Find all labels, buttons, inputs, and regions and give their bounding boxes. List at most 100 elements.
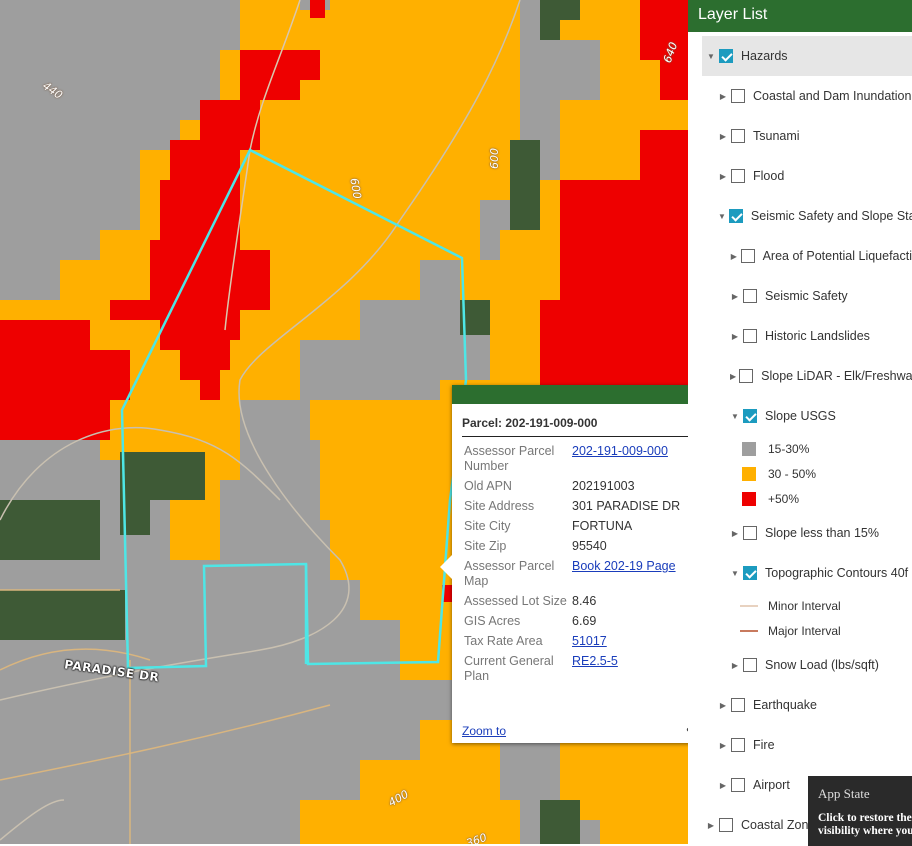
layer-item[interactable]: ▼ Topographic Contours 40f (730, 553, 912, 593)
chevron-right-icon[interactable]: ▶ (718, 741, 728, 750)
general-plan-link[interactable]: RE2.5-5 (572, 654, 618, 668)
chevron-right-icon[interactable]: ▶ (718, 701, 728, 710)
layer-checkbox[interactable] (731, 129, 745, 143)
legend-line (740, 630, 758, 632)
tax-rate-link[interactable]: 51017 (572, 634, 607, 648)
layer-label: Seismic Safety (765, 289, 848, 303)
layer-label: Coastal and Dam Inundation (753, 89, 912, 103)
layer-label: Slope LiDAR - Elk/Freshwa (761, 369, 912, 383)
layer-item[interactable]: ▼ Slope USGS (730, 396, 912, 436)
field-key: Assessor Parcel Map (464, 559, 555, 588)
layer-checkbox[interactable] (731, 89, 745, 103)
layer-item[interactable]: ▶ Coastal and Dam Inundation (718, 76, 912, 116)
field-key: Site Zip (464, 539, 507, 553)
popup-header: ☐ ✕ (452, 385, 722, 404)
layer-list-panel: Layer List ▼ Hazards ▶ Coastal and Dam Inun… (688, 0, 912, 844)
layer-checkbox[interactable] (728, 209, 743, 223)
layer-label: Coastal Zon (741, 818, 809, 832)
layer-checkbox[interactable] (719, 49, 733, 63)
chevron-right-icon[interactable]: ▶ (730, 661, 740, 670)
legend-item: +50% (742, 492, 799, 506)
layer-label: Airport (753, 778, 790, 792)
layer-item[interactable]: ▶ Slope LiDAR - Elk/Freshwa (730, 356, 912, 396)
chevron-right-icon[interactable]: ▶ (730, 292, 740, 301)
layer-item[interactable]: ▶ Tsunami (718, 116, 912, 156)
layer-checkbox[interactable] (743, 566, 757, 580)
layer-checkbox[interactable] (743, 526, 757, 540)
legend-label: 15-30% (768, 442, 810, 456)
field-key: Tax Rate Area (464, 634, 543, 648)
layer-checkbox[interactable] (739, 369, 754, 383)
layer-label: Historic Landslides (765, 329, 870, 343)
legend-item: 15-30% (742, 442, 809, 456)
chevron-right-icon[interactable]: ▶ (730, 252, 738, 261)
layer-item[interactable]: ▶ Historic Landslides (730, 316, 912, 356)
table-row: GIS Acres 6.69 (462, 613, 712, 633)
chevron-right-icon[interactable]: ▶ (730, 372, 736, 381)
legend-label: Minor Interval (768, 599, 841, 613)
popup-pointer (440, 555, 452, 579)
app-state-description: Click to restore the visibility where yo… (818, 812, 912, 837)
chevron-right-icon[interactable]: ▶ (718, 781, 728, 790)
layer-checkbox[interactable] (731, 738, 745, 752)
chevron-right-icon[interactable]: ▶ (718, 132, 728, 141)
layer-item[interactable]: ▶ Snow Load (lbs/sqft) (730, 645, 912, 685)
app-state-title: App State (818, 786, 870, 801)
legend-item: Major Interval (740, 624, 841, 638)
field-key: Assessor Parcel Number (464, 444, 555, 473)
panel-title: Layer List (688, 0, 912, 32)
parcel-map-link[interactable]: Book 202-19 Page (572, 559, 676, 573)
field-key: Site City (464, 519, 511, 533)
layer-label: Snow Load (lbs/sqft) (765, 658, 879, 672)
layer-item[interactable]: ▶ Seismic Safety (730, 276, 912, 316)
layer-checkbox[interactable] (743, 289, 757, 303)
layer-checkbox[interactable] (731, 698, 745, 712)
chevron-right-icon[interactable]: ▶ (730, 332, 740, 341)
app-state-tooltip[interactable]: App State Click to restore the visibilit… (808, 776, 912, 846)
legend-label: 30 - 50% (768, 467, 817, 481)
layer-label: Flood (753, 169, 785, 183)
layer-item[interactable]: ▼ Seismic Safety and Slope Sta (718, 196, 912, 236)
legend-item: 30 - 50% (742, 467, 816, 481)
zoom-to-link[interactable]: Zoom to (462, 724, 506, 738)
table-row: Site City FORTUNA (462, 518, 712, 538)
legend-swatch (742, 467, 756, 481)
layer-checkbox[interactable] (731, 778, 745, 792)
apn-link[interactable]: 202-191-009-000 (572, 444, 668, 458)
chevron-down-icon[interactable]: ▼ (718, 212, 726, 221)
table-row: Old APN 202191003 (462, 478, 712, 498)
layer-checkbox[interactable] (731, 169, 745, 183)
layer-checkbox[interactable] (740, 249, 755, 263)
chevron-right-icon[interactable]: ▶ (730, 529, 740, 538)
legend-label: +50% (768, 492, 800, 506)
layer-item[interactable]: ▶ Earthquake (718, 685, 912, 725)
chevron-right-icon[interactable]: ▶ (706, 821, 716, 830)
table-row: Site Zip 95540 (462, 538, 712, 558)
table-row: Current General Plan RE2.5-5 (462, 653, 712, 688)
table-row: Assessor Parcel Map Book 202-19 Page (462, 558, 712, 593)
table-row: Assessed Lot Size 8.46 (462, 593, 712, 613)
layer-item[interactable]: ▶ Area of Potential Liquefacti (730, 236, 912, 276)
layer-label: Topographic Contours 40f (765, 566, 909, 580)
layer-item[interactable]: ▼ Hazards (702, 36, 912, 76)
field-key: Current General Plan (464, 654, 554, 683)
legend-swatch (742, 442, 756, 456)
layer-item[interactable]: ▶ Flood (718, 156, 912, 196)
chevron-right-icon[interactable]: ▶ (718, 92, 728, 101)
layer-item[interactable]: ▶ Slope less than 15% (730, 513, 912, 553)
legend-line (740, 605, 758, 607)
layer-checkbox[interactable] (743, 409, 757, 423)
table-row: Tax Rate Area 51017 (462, 633, 712, 653)
layer-checkbox[interactable] (719, 818, 733, 832)
chevron-right-icon[interactable]: ▶ (718, 172, 728, 181)
field-key: GIS Acres (464, 614, 521, 628)
layer-label: Slope less than 15% (765, 526, 879, 540)
chevron-down-icon[interactable]: ▼ (706, 52, 716, 61)
layer-item[interactable]: ▶ Fire (718, 725, 912, 765)
table-row: Assessor Parcel Number 202-191-009-000 (462, 443, 712, 478)
chevron-down-icon[interactable]: ▼ (730, 412, 740, 421)
layer-checkbox[interactable] (743, 658, 757, 672)
legend-swatch (742, 492, 756, 506)
chevron-down-icon[interactable]: ▼ (730, 569, 740, 578)
layer-checkbox[interactable] (743, 329, 757, 343)
